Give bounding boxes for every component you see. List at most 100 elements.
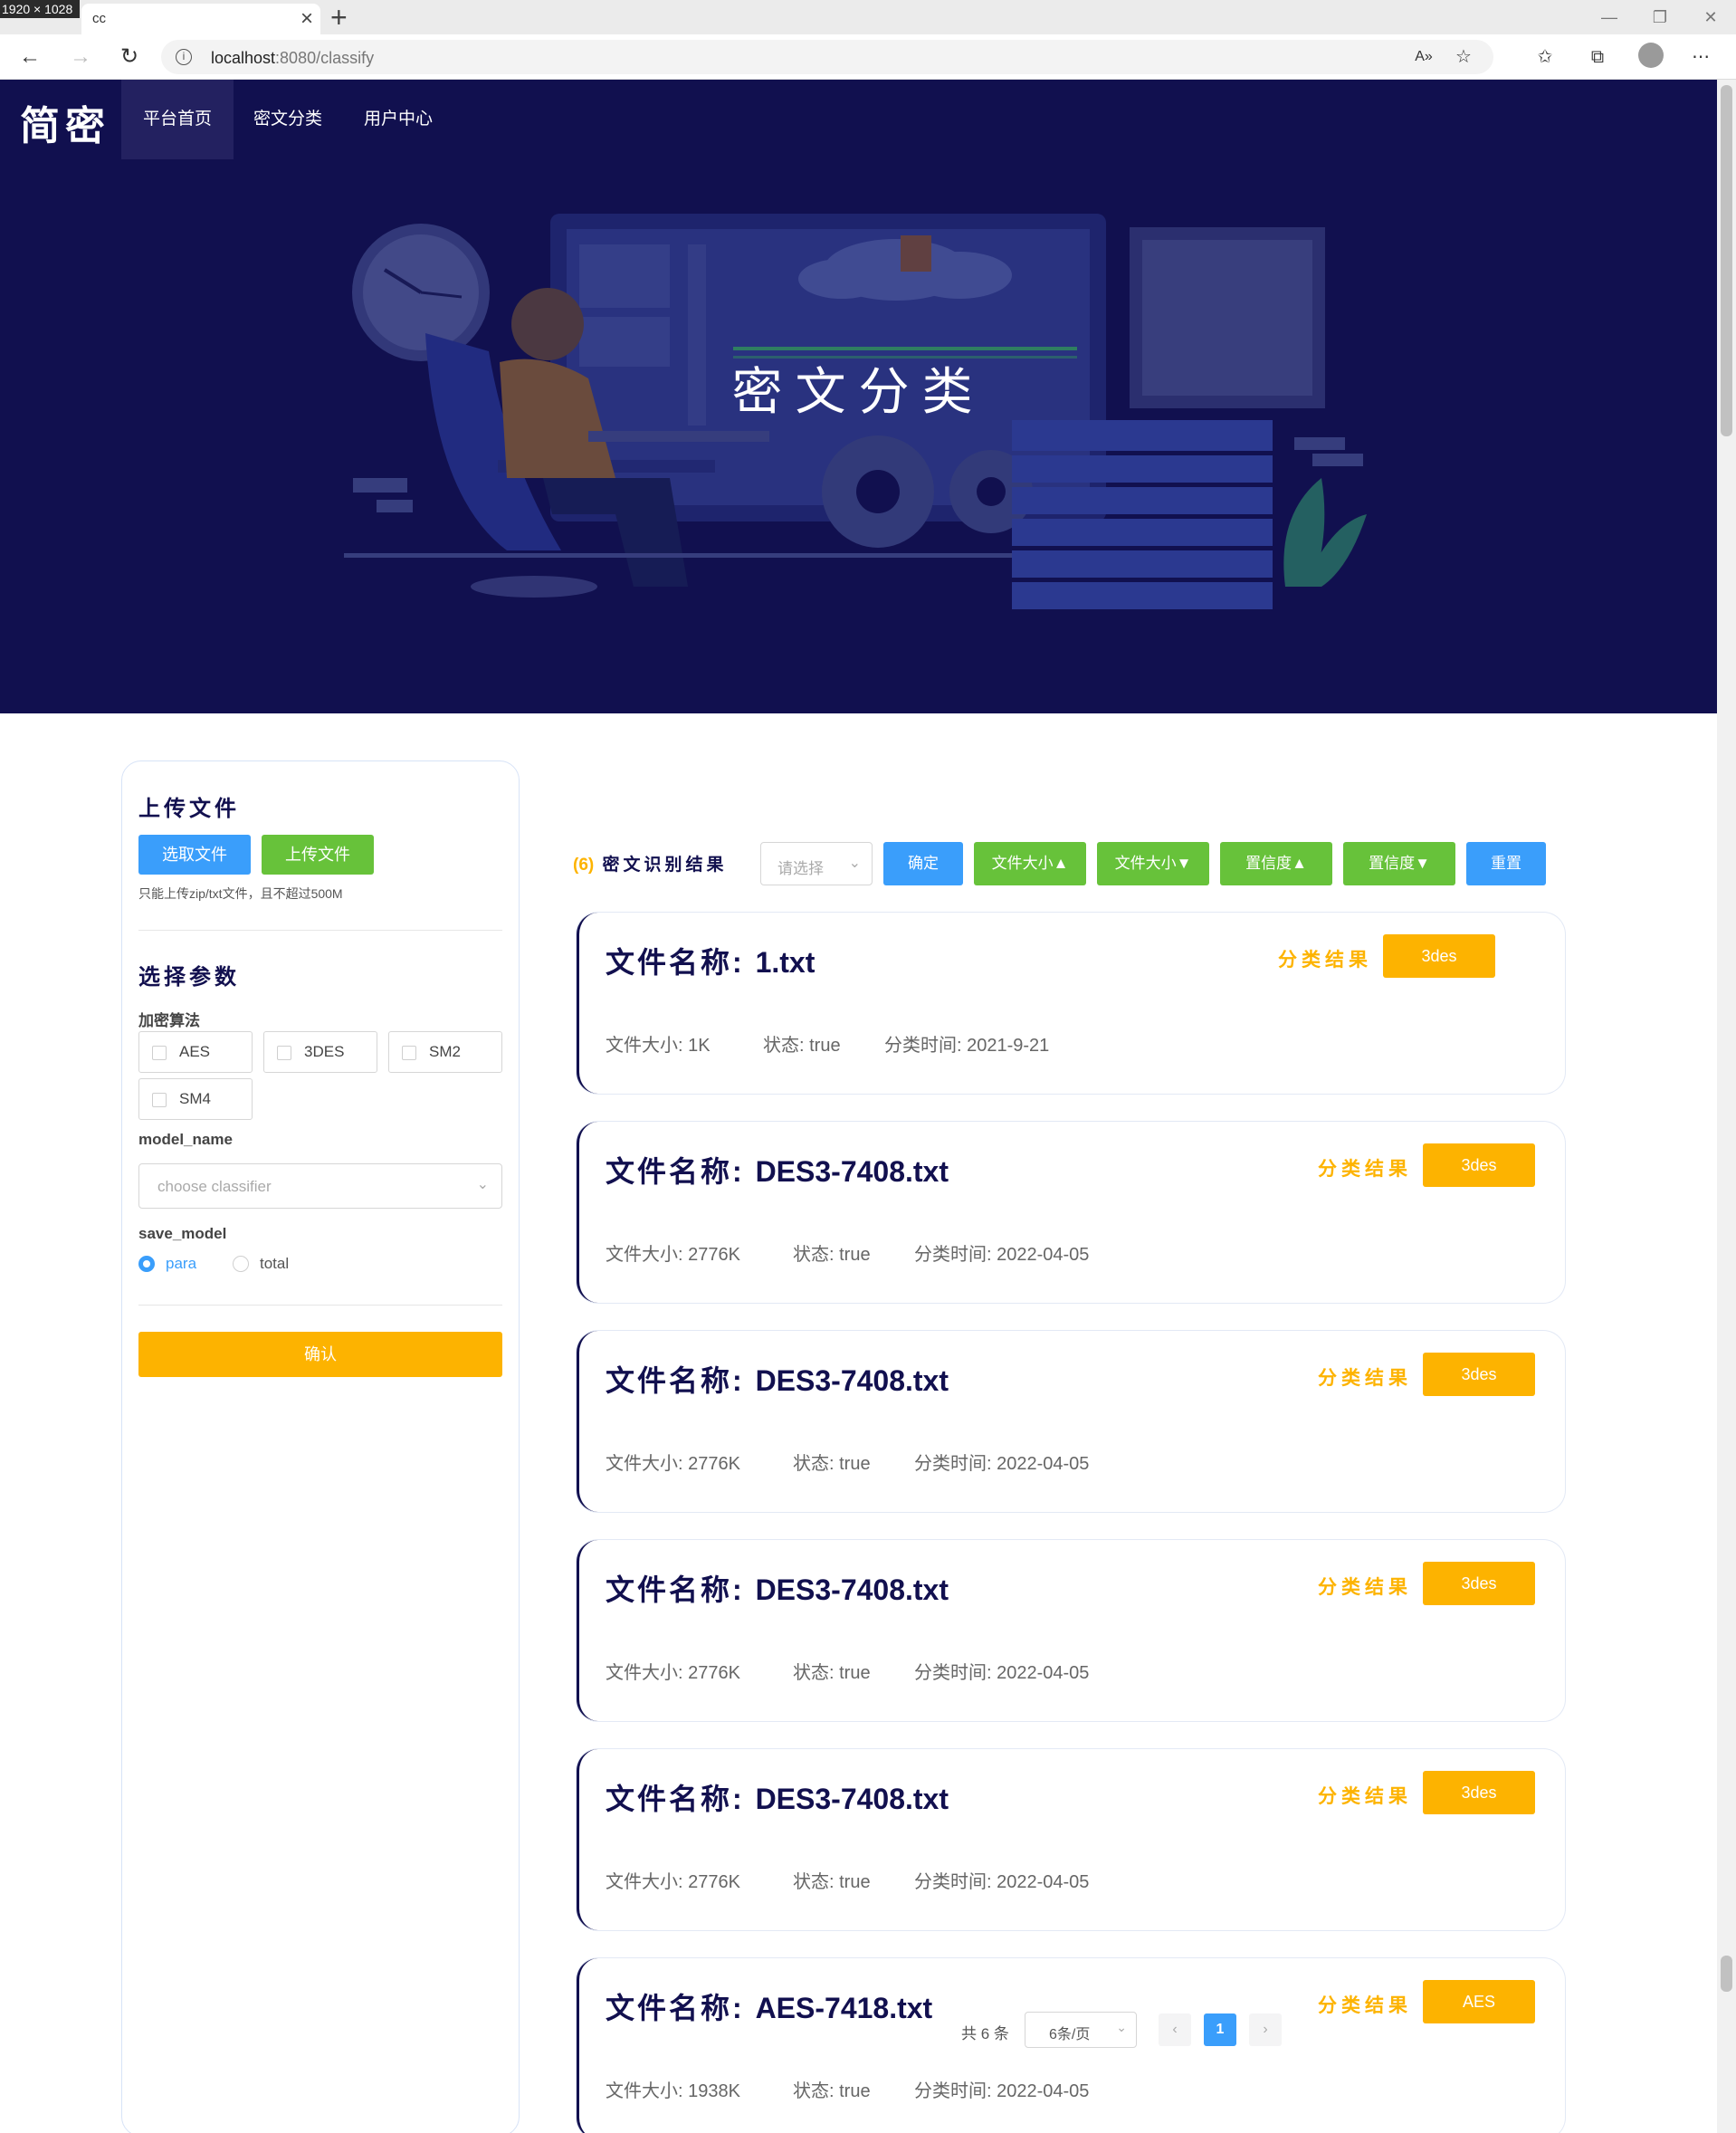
radio-total[interactable] bbox=[233, 1256, 249, 1272]
file-name-value: AES-7418.txt bbox=[755, 1992, 933, 2024]
prev-page-button[interactable]: ‹ bbox=[1159, 2013, 1191, 2046]
chevron-down-icon: ⌄ bbox=[848, 856, 861, 871]
browser-tab[interactable]: cc × bbox=[81, 4, 320, 34]
file-size-value: 2776K bbox=[688, 1245, 740, 1265]
url-text: localhost:8080/classify bbox=[211, 49, 374, 68]
nav-item-classify[interactable]: 密文分类 bbox=[234, 80, 342, 159]
algo-checkbox-aes[interactable]: AES bbox=[138, 1031, 253, 1073]
file-name-value: DES3-7408.txt bbox=[755, 1573, 949, 1606]
url-field[interactable]: i localhost:8080/classify ☆ A» bbox=[161, 40, 1493, 74]
classify-time: 分类时间: 2022-04-05 bbox=[914, 2076, 1089, 2102]
status-value: true bbox=[839, 1245, 871, 1265]
result-badge: AES bbox=[1423, 1980, 1535, 2023]
file-status: 状态: true bbox=[793, 1239, 871, 1266]
next-page-button[interactable]: › bbox=[1249, 2013, 1282, 2046]
nav-item-user-center[interactable]: 用户中心 bbox=[344, 80, 453, 159]
sort-size-desc-button[interactable]: 文件大小▼ bbox=[1097, 842, 1209, 885]
scrollbar-thumb-secondary[interactable] bbox=[1721, 1956, 1732, 1992]
checkbox-icon[interactable] bbox=[152, 1093, 167, 1107]
file-size-value: 2776K bbox=[688, 1663, 740, 1683]
time-value: 2022-04-05 bbox=[997, 1872, 1090, 1892]
checkbox-icon[interactable] bbox=[402, 1046, 416, 1060]
chevron-down-icon: ⌄ bbox=[476, 1177, 489, 1192]
status-label: 状态: bbox=[793, 1245, 840, 1265]
algo-checkbox-3des[interactable]: 3DES bbox=[263, 1031, 377, 1073]
algo-checkbox-sm2[interactable]: SM2 bbox=[388, 1031, 502, 1073]
minimize-icon[interactable]: — bbox=[1584, 0, 1635, 34]
radio-para[interactable] bbox=[138, 1256, 155, 1272]
result-card[interactable]: 文件名称: DES3-7408.txt 文件大小: 2776K 状态: true… bbox=[577, 1122, 1565, 1303]
checkbox-icon[interactable] bbox=[277, 1046, 291, 1060]
top-nav: 简密 平台首页 密文分类 用户中心 bbox=[0, 80, 1717, 159]
site-logo[interactable]: 简密 bbox=[20, 93, 110, 151]
page-size-select[interactable]: 6条/页 ⌄ bbox=[1025, 2012, 1137, 2048]
checkbox-icon[interactable] bbox=[152, 1046, 167, 1060]
favorites-icon[interactable]: ✩ bbox=[1530, 42, 1560, 72]
restore-icon[interactable]: ❐ bbox=[1635, 0, 1685, 34]
result-card[interactable]: 文件名称: DES3-7408.txt 文件大小: 2776K 状态: true… bbox=[577, 1540, 1565, 1721]
chevron-down-icon: ⌄ bbox=[1116, 2020, 1127, 2034]
result-filter-select[interactable]: 请选择 ⌄ bbox=[760, 842, 873, 885]
time-label: 分类时间: bbox=[914, 1245, 997, 1265]
file-status: 状态: true bbox=[793, 1449, 871, 1475]
model-select[interactable]: choose classifier ⌄ bbox=[138, 1163, 502, 1209]
favorite-add-icon[interactable]: ☆ bbox=[1448, 42, 1479, 72]
new-tab-icon[interactable]: + bbox=[330, 0, 348, 34]
reload-icon[interactable]: ↻ bbox=[114, 42, 145, 72]
classify-time: 分类时间: 2022-04-05 bbox=[914, 1449, 1089, 1475]
result-card[interactable]: 文件名称: DES3-7408.txt 文件大小: 2776K 状态: true… bbox=[577, 1331, 1565, 1512]
divider bbox=[138, 1305, 502, 1306]
file-name-label: 文件名称: bbox=[606, 1573, 756, 1606]
time-label: 分类时间: bbox=[884, 1036, 968, 1056]
save-model-label: save_model bbox=[138, 1225, 227, 1242]
upload-panel: 上传文件 选取文件 上传文件 只能上传zip/txt文件，且不超过500M 选择… bbox=[121, 760, 520, 2133]
page-number-button[interactable]: 1 bbox=[1204, 2013, 1236, 2046]
algo-option-label: SM2 bbox=[429, 1043, 461, 1060]
size-badge: 1920 × 1028 bbox=[0, 0, 80, 18]
algo-label: 加密算法 bbox=[138, 1012, 200, 1029]
algo-checkbox-sm4[interactable]: SM4 bbox=[138, 1078, 253, 1120]
file-name: 文件名称: DES3-7408.txt bbox=[606, 1358, 949, 1400]
algo-option-label: SM4 bbox=[179, 1090, 211, 1107]
sort-size-asc-button[interactable]: 文件大小▲ bbox=[974, 842, 1086, 885]
tab-title: cc bbox=[92, 11, 106, 26]
result-card[interactable]: 文件名称: DES3-7408.txt 文件大小: 2776K 状态: true… bbox=[577, 1749, 1565, 1930]
sort-confidence-desc-button[interactable]: 置信度▼ bbox=[1343, 842, 1455, 885]
more-menu-icon[interactable]: ⋯ bbox=[1685, 42, 1716, 72]
read-aloud-icon[interactable]: A» bbox=[1408, 42, 1439, 72]
forward-icon[interactable]: → bbox=[65, 42, 96, 72]
result-badge: 3des bbox=[1423, 1562, 1535, 1605]
results-title-text: 密文识别结果 bbox=[602, 856, 728, 875]
result-badge: 3des bbox=[1423, 1771, 1535, 1814]
radio-para-label[interactable]: para bbox=[166, 1255, 196, 1273]
profile-avatar[interactable] bbox=[1638, 43, 1664, 68]
back-icon[interactable]: ← bbox=[14, 42, 45, 72]
time-value: 2022-04-05 bbox=[997, 1663, 1090, 1683]
site-info-icon[interactable]: i bbox=[176, 49, 192, 65]
file-size: 文件大小: 1K bbox=[606, 1030, 711, 1057]
result-card[interactable]: 文件名称: 1.txt 文件大小: 1K 状态: true 分类时间: 2021… bbox=[577, 913, 1565, 1094]
upload-file-button[interactable]: 上传文件 bbox=[262, 835, 374, 875]
nav-item-home[interactable]: 平台首页 bbox=[121, 80, 234, 159]
file-name-label: 文件名称: bbox=[606, 1783, 756, 1815]
file-name: 文件名称: DES3-7408.txt bbox=[606, 1567, 949, 1609]
upload-hint: 只能上传zip/txt文件，且不超过500M bbox=[138, 886, 343, 901]
file-size-label: 文件大小: bbox=[606, 1454, 689, 1474]
radio-total-label[interactable]: total bbox=[260, 1255, 289, 1273]
collections-icon[interactable]: ⧉ bbox=[1582, 42, 1613, 72]
select-file-button[interactable]: 选取文件 bbox=[138, 835, 251, 875]
sort-confidence-asc-button[interactable]: 置信度▲ bbox=[1220, 842, 1332, 885]
file-size-label: 文件大小: bbox=[606, 1245, 689, 1265]
confirm-button[interactable]: 确认 bbox=[138, 1332, 502, 1377]
algo-option-label: 3DES bbox=[304, 1043, 345, 1060]
scrollbar-thumb[interactable] bbox=[1721, 85, 1732, 436]
page-size-value: 6条/页 bbox=[1049, 2027, 1091, 2042]
file-size-label: 文件大小: bbox=[606, 1036, 689, 1056]
close-window-icon[interactable]: ✕ bbox=[1685, 0, 1736, 34]
address-bar-row: ← → ↻ i localhost:8080/classify ☆ A» ✩ ⧉… bbox=[0, 34, 1736, 80]
time-label: 分类时间: bbox=[914, 2081, 997, 2101]
reset-button[interactable]: 重置 bbox=[1466, 842, 1546, 885]
ok-button[interactable]: 确定 bbox=[883, 842, 963, 885]
close-tab-icon[interactable]: × bbox=[300, 6, 313, 32]
page-scrollbar[interactable] bbox=[1717, 80, 1736, 2133]
